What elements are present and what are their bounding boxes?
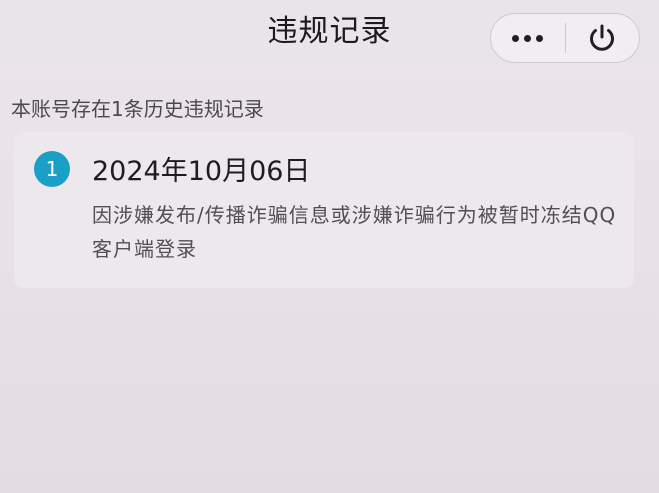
more-button[interactable] [491,13,565,63]
mini-program-capsule [490,13,640,63]
record-date: 2024年10月06日 [92,156,311,187]
close-button[interactable] [566,13,640,63]
power-icon [590,24,615,51]
violation-summary: 本账号存在1条历史违规记录 [11,97,264,121]
more-dots-icon [512,34,544,42]
top-bar: 违规记录 [0,0,659,64]
violation-record-card: 1 2024年10月06日 因涉嫌发布/传播诈骗信息或涉嫌诈骗行为被暂时冻结QQ… [14,132,634,288]
record-description: 因涉嫌发布/传播诈骗信息或涉嫌诈骗行为被暂时冻结QQ客户端登录 [92,203,617,261]
record-index-badge: 1 [34,151,70,187]
